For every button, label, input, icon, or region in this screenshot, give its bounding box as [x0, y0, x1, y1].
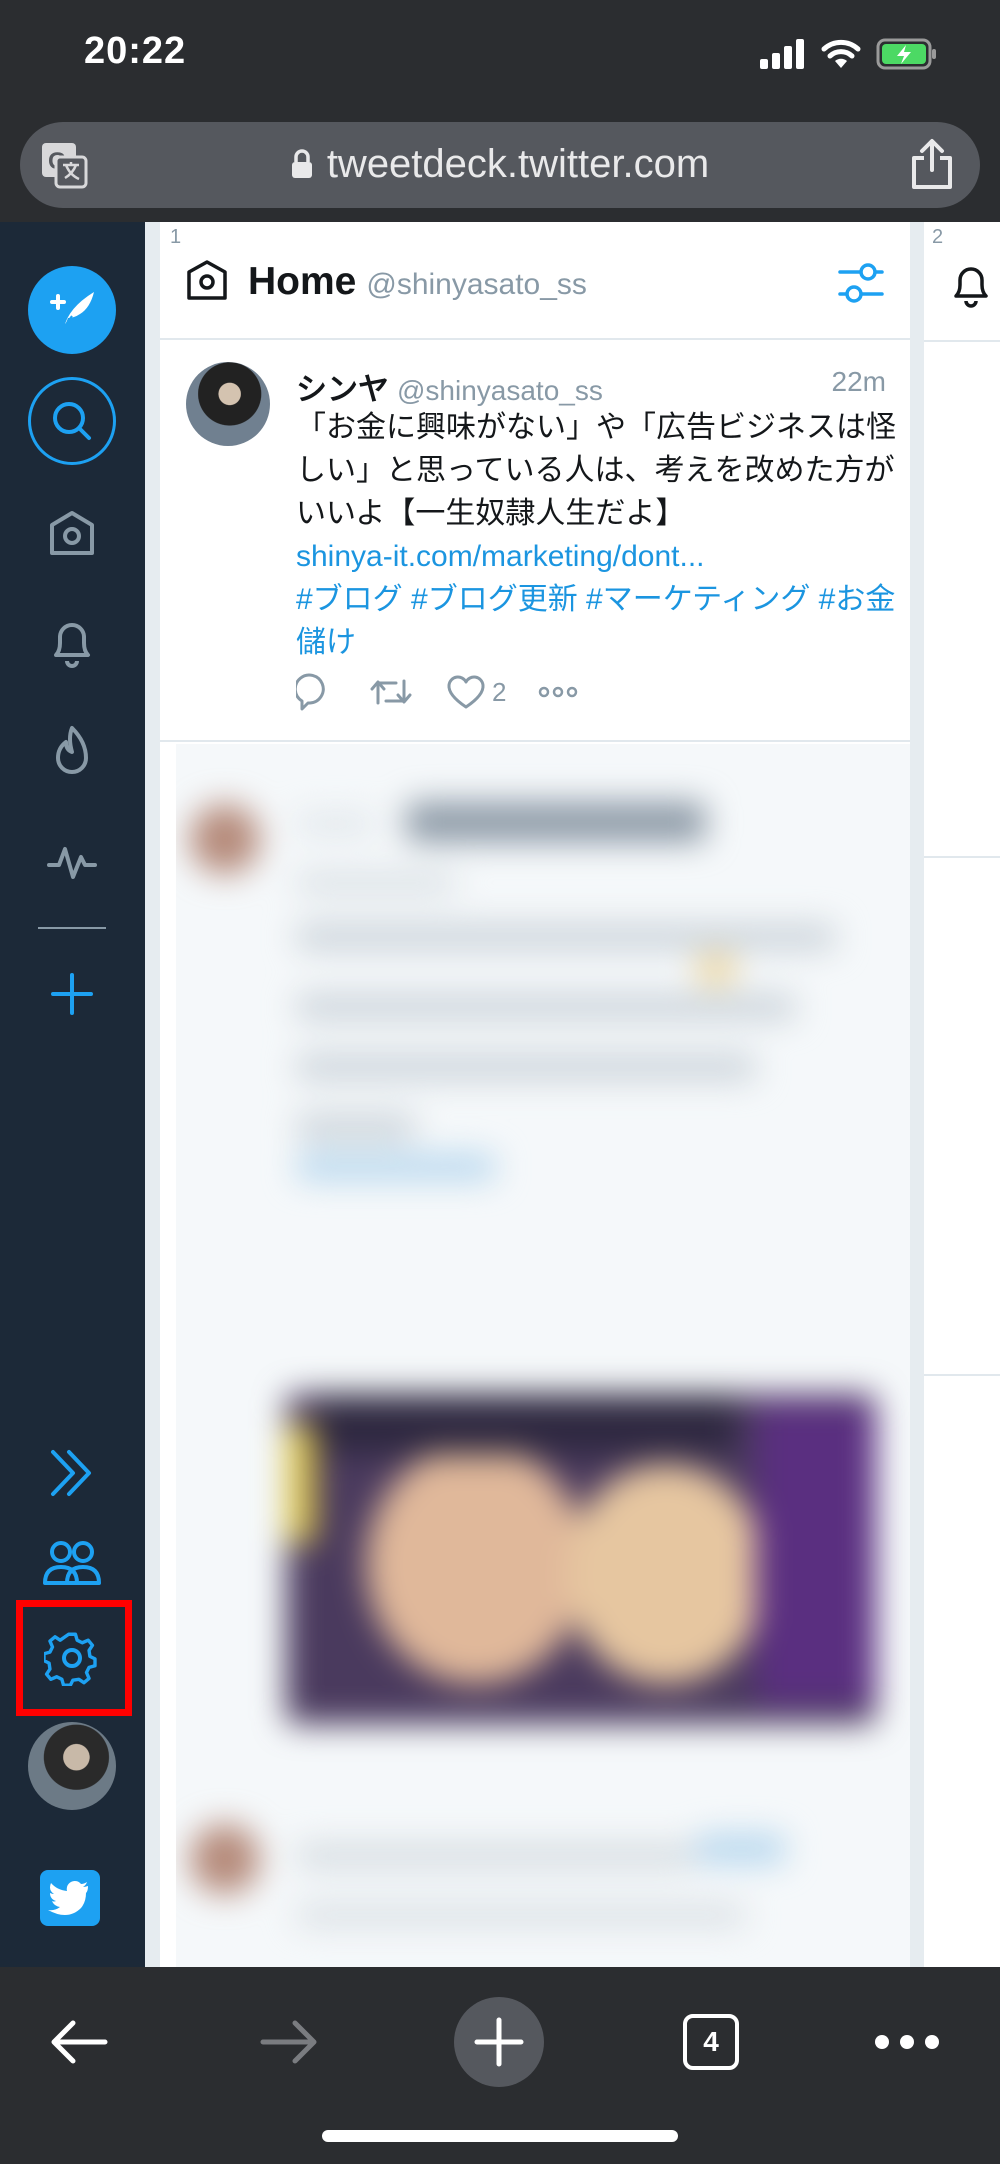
- tweet-author-name: シンヤ: [296, 372, 389, 407]
- accounts-button[interactable]: [28, 1518, 116, 1606]
- column-number: 2: [932, 226, 944, 248]
- add-column-button[interactable]: [28, 950, 116, 1038]
- plus-icon: [474, 2017, 524, 2067]
- notifications-column-button[interactable]: [28, 598, 116, 686]
- lock-icon: [291, 149, 312, 178]
- column-title-text: Home: [248, 260, 357, 303]
- sidebar: [0, 222, 145, 1967]
- tabs-button[interactable]: 4: [666, 1997, 756, 2087]
- column-handle: @shinyasato_ss: [366, 268, 587, 301]
- home-column: 1 Home @shinyasato_ss シンヤ @shinyasato_ss 2…: [160, 222, 910, 1967]
- settings-highlight-box: [16, 1600, 132, 1716]
- home-column-button[interactable]: [28, 491, 116, 579]
- tab-count: 4: [683, 2014, 739, 2070]
- column-divider: [924, 340, 1000, 342]
- sidebar-divider: [38, 927, 106, 929]
- column-header: 1 Home @shinyasato_ss: [160, 222, 910, 340]
- column-divider: [924, 856, 1000, 858]
- more-dots-icon: [875, 2035, 939, 2049]
- trending-icon: [56, 726, 88, 774]
- column-divider: [924, 1374, 1000, 1376]
- tweet-hashtags[interactable]: #ブログ #ブログ更新 #マーケティング #お金儲け: [296, 583, 895, 659]
- expand-sidebar-button[interactable]: [28, 1429, 116, 1517]
- like-button[interactable]: 2: [446, 674, 506, 710]
- url-display[interactable]: tweetdeck.twitter.com: [20, 142, 980, 187]
- twitter-bird-icon: [48, 1880, 88, 1916]
- tweet-body: 「お金に興味がない」や「広告ビジネスは怪しい」と思っている人は、考えを改めた方が…: [296, 406, 896, 664]
- home-icon: [50, 511, 94, 555]
- notifications-column: 2: [924, 222, 1000, 1967]
- more-icon: [539, 686, 578, 698]
- reply-icon: [296, 673, 325, 711]
- blurred-content: [176, 744, 910, 1967]
- tweet-timestamp[interactable]: 22m: [832, 366, 886, 398]
- url-text: tweetdeck.twitter.com: [326, 142, 710, 186]
- retweet-icon: [370, 679, 412, 705]
- reply-button[interactable]: [296, 673, 336, 711]
- tweet-author-line[interactable]: シンヤ @shinyasato_ss: [296, 364, 603, 409]
- add-column-icon: [51, 973, 93, 1015]
- tweet-avatar[interactable]: [186, 362, 270, 446]
- tweet-author-handle: @shinyasato_ss: [397, 375, 603, 406]
- notifications-icon: [54, 623, 90, 668]
- new-tab-button[interactable]: [454, 1997, 544, 2087]
- wifi-icon: [821, 39, 861, 68]
- search-button[interactable]: [28, 377, 116, 465]
- accounts-icon: [43, 1541, 101, 1585]
- activity-icon: [47, 847, 97, 879]
- cellular-signal-icon: [760, 39, 804, 69]
- back-arrow-icon: [51, 2020, 108, 2064]
- expand-icon: [51, 1450, 91, 1496]
- tweetdeck-app: 1 Home @shinyasato_ss シンヤ @shinyasato_ss 2…: [0, 222, 1000, 1967]
- activity-column-button[interactable]: [28, 818, 116, 906]
- status-bar: 20:22: [0, 0, 1000, 115]
- share-icon[interactable]: [910, 138, 954, 190]
- retweet-button[interactable]: [368, 673, 414, 711]
- battery-charging-icon: [876, 38, 936, 70]
- column-title[interactable]: Home @shinyasato_ss: [248, 260, 587, 304]
- status-time: 20:22: [84, 30, 187, 72]
- tweet-actions: 2: [296, 670, 610, 714]
- tweet[interactable]: シンヤ @shinyasato_ss 22m 「お金に興味がない」や「広告ビジネス…: [160, 342, 910, 742]
- column-number: 1: [170, 226, 182, 248]
- compose-icon: [50, 292, 94, 331]
- trending-column-button[interactable]: [28, 708, 116, 796]
- blurred-tweet-area: [176, 744, 910, 1967]
- back-button[interactable]: [34, 1997, 124, 2087]
- heart-icon: [447, 675, 485, 709]
- tweet-text: 「お金に興味がない」や「広告ビジネスは怪しい」と思っている人は、考えを改めた方が…: [296, 411, 896, 530]
- tweet-link[interactable]: shinya-it.com/marketing/dont...: [296, 535, 896, 578]
- home-indicator: [322, 2130, 678, 2142]
- account-avatar[interactable]: [28, 1722, 116, 1810]
- column-options-icon[interactable]: [836, 260, 886, 306]
- twitter-logo[interactable]: [40, 1870, 100, 1926]
- more-button[interactable]: [538, 686, 578, 698]
- forward-button[interactable]: [244, 1997, 334, 2087]
- address-bar[interactable]: G tweetdeck.twitter.com: [20, 122, 980, 208]
- like-count: 2: [492, 676, 507, 707]
- status-icons: [760, 36, 938, 72]
- menu-button[interactable]: [862, 1997, 952, 2087]
- compose-button[interactable]: [28, 266, 116, 354]
- search-icon: [53, 402, 91, 440]
- home-icon: [187, 260, 227, 300]
- notifications-icon: [954, 267, 988, 308]
- forward-arrow-icon: [260, 2020, 317, 2064]
